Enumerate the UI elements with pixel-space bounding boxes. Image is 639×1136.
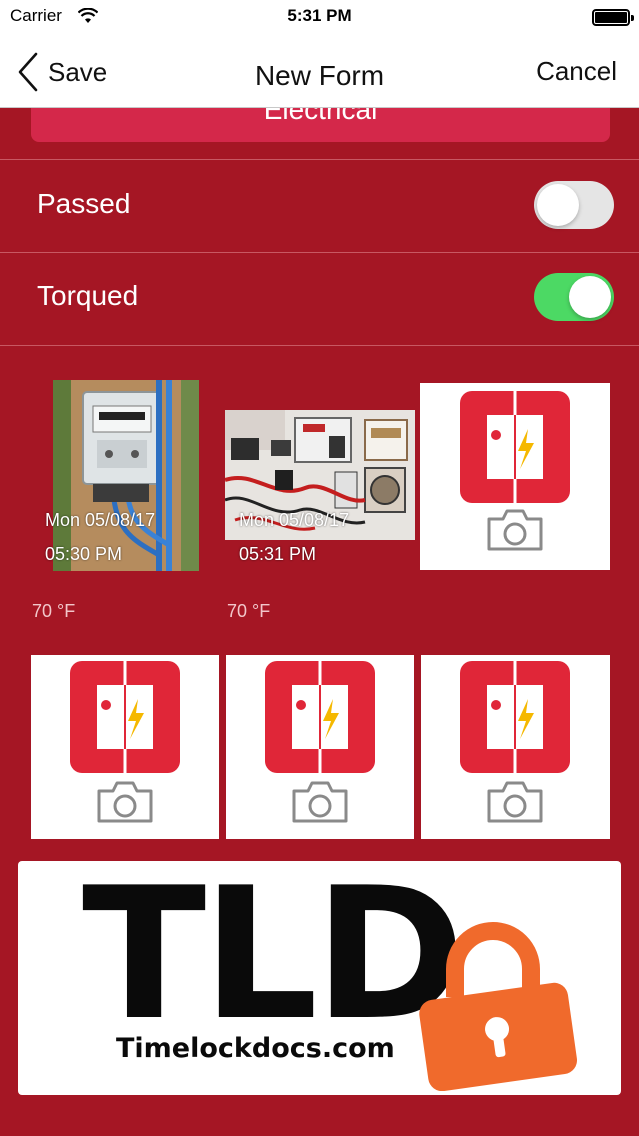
torqued-label: Torqued <box>37 280 139 311</box>
switch-knob <box>569 276 611 318</box>
divider <box>0 345 639 346</box>
photo-date: Mon 05/08/17 <box>239 510 350 530</box>
navigation-bar: Save New Form Cancel <box>0 36 639 108</box>
photo-time: 05:31 PM <box>239 544 317 564</box>
tld-banner: TLD Timelockdocs.com <box>18 861 621 1095</box>
cancel-button[interactable]: Cancel <box>536 56 617 87</box>
torqued-switch[interactable] <box>534 273 614 321</box>
timelock-logo-icon <box>460 661 570 773</box>
tld-website: Timelockdocs.com <box>116 1033 395 1064</box>
photo-date: Mon 05/08/17 <box>45 510 156 530</box>
photo-time: 05:30 PM <box>45 544 123 564</box>
padlock-icon <box>419 922 577 1091</box>
timelock-logo-icon <box>265 661 375 773</box>
add-photo-tile[interactable] <box>421 655 610 839</box>
passed-switch[interactable] <box>534 181 614 229</box>
add-photo-tile[interactable] <box>420 383 610 570</box>
timelock-logo-icon <box>460 391 570 503</box>
add-photo-tile[interactable] <box>226 655 414 839</box>
divider <box>0 252 639 253</box>
camera-icon <box>487 509 543 551</box>
status-time: 5:31 PM <box>287 6 352 25</box>
switch-knob <box>537 184 579 226</box>
add-photo-tile[interactable] <box>31 655 219 839</box>
camera-icon <box>97 781 153 823</box>
battery-icon <box>592 9 634 26</box>
meter-photo-image <box>53 380 199 571</box>
photo-temperature: 70 °F <box>227 601 271 621</box>
passed-label: Passed <box>37 188 131 219</box>
camera-icon <box>292 781 348 823</box>
photo-temperature: 70 °F <box>32 601 76 621</box>
divider <box>0 159 639 160</box>
photo-thumbnail[interactable] <box>53 380 199 571</box>
status-bar: Carrier 5:31 PM <box>0 0 639 36</box>
timelock-logo-icon <box>70 661 180 773</box>
camera-icon <box>487 781 543 823</box>
